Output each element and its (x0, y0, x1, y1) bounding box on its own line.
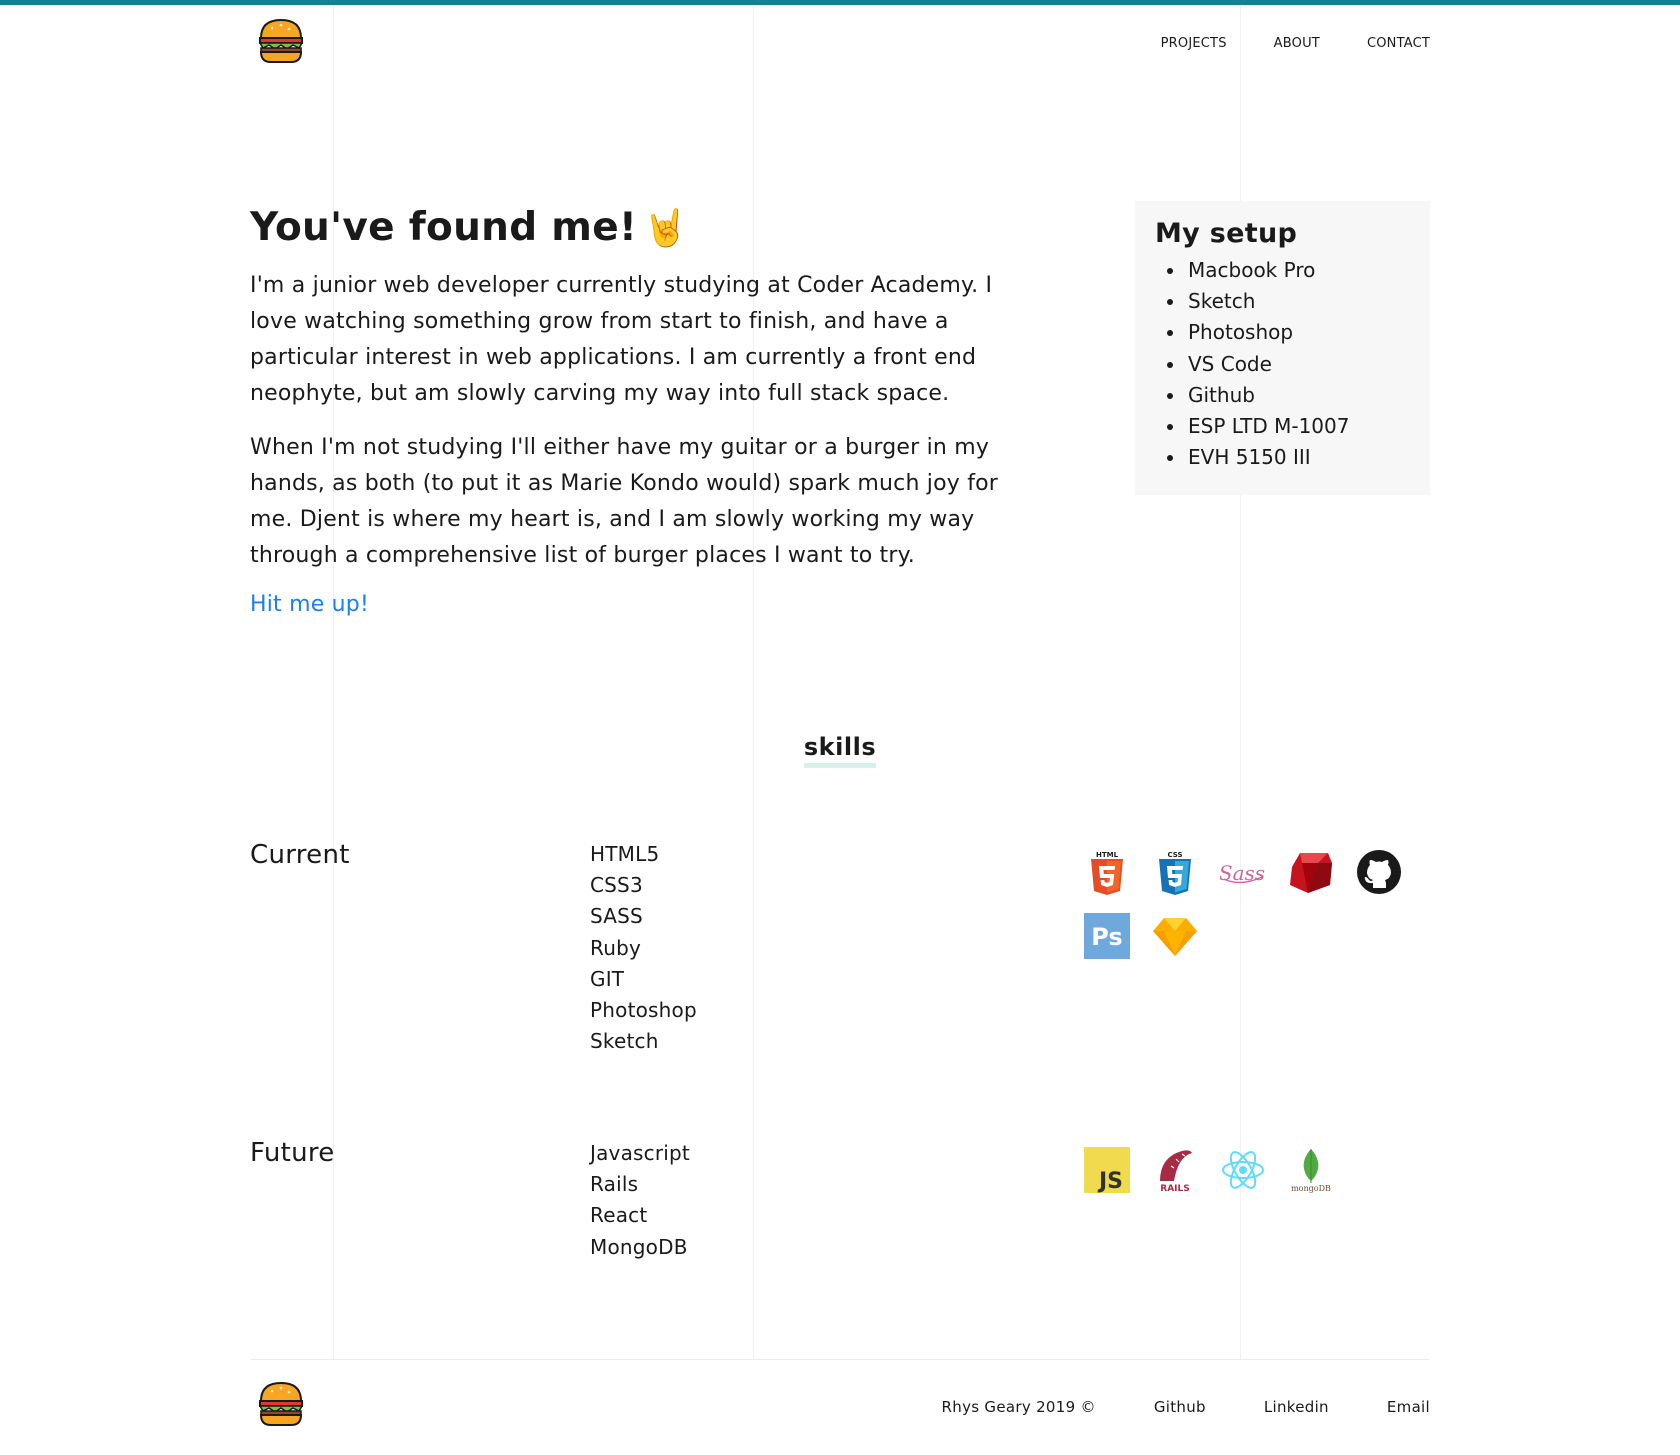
nav-projects[interactable]: PROJECTS (1161, 36, 1227, 51)
svg-text:JS: JS (1097, 1169, 1123, 1193)
skills-heading: skills (0, 733, 1680, 768)
svg-text:CSS: CSS (1167, 851, 1182, 859)
skill-item: HTML5 (590, 842, 660, 866)
future-label: Future (250, 1138, 335, 1168)
page-title: You've found me! 🤘 (250, 195, 1030, 262)
intro-section: You've found me! 🤘 I'm a junior web devel… (250, 195, 1030, 617)
setup-item: Github (1186, 380, 1410, 411)
page-title-text: You've found me! (250, 205, 638, 250)
skill-item: Sketch (590, 1029, 659, 1054)
footer-links: Rhys Geary 2019 © Github Linkedin Email (942, 1398, 1430, 1416)
skill-item: SASS (590, 904, 643, 929)
svg-text:Sass: Sass (1220, 861, 1265, 885)
ruby-icon (1288, 849, 1334, 895)
copyright-text: Rhys Geary 2019 © (941, 1398, 1096, 1416)
skill-item: Javascript (590, 1141, 690, 1165)
intro-paragraph: I'm a junior web developer currently stu… (250, 273, 993, 406)
setup-title: My setup (1155, 218, 1298, 249)
setup-item: VS Code (1186, 349, 1410, 380)
setup-item: ESP LTD M-1007 (1186, 411, 1410, 442)
sketch-icon (1152, 913, 1198, 959)
nav-contact[interactable]: CONTACT (1367, 36, 1430, 51)
sass-icon: Sass (1220, 849, 1266, 895)
current-skill-icons: HTML CSS Sass Ps (1084, 849, 1424, 959)
footer-linkedin-link[interactable]: Linkedin (1264, 1398, 1329, 1416)
css3-icon: CSS (1152, 849, 1198, 895)
photoshop-icon: Ps (1084, 913, 1130, 959)
footer-github-link[interactable]: Github (1154, 1398, 1206, 1416)
skill-item: MongoDB (590, 1234, 688, 1259)
future-skill-icons: JS RAILS mongoDB (1084, 1147, 1424, 1193)
skill-item: Photoshop (590, 998, 697, 1023)
svg-text:HTML: HTML (1096, 851, 1119, 859)
setup-item: Macbook Pro (1186, 255, 1410, 286)
skill-item: Ruby (590, 935, 642, 960)
footer-email-link[interactable]: Email (1387, 1398, 1430, 1416)
github-icon (1356, 849, 1402, 895)
skills-heading-text: skills (803, 733, 877, 768)
rock-hand-icon: 🤘 (643, 208, 689, 249)
intro-paragraph: When I'm not studying I'll either have m… (250, 435, 999, 568)
skill-item: CSS3 (590, 873, 643, 898)
javascript-icon: JS (1084, 1147, 1130, 1193)
setup-card: My setup Macbook Pro Sketch Photoshop VS… (1135, 201, 1430, 495)
current-skill-list: HTML5 CSS3 SASS Ruby GIT Photoshop Sketc… (590, 839, 697, 1057)
skill-item: React (590, 1203, 648, 1228)
html5-icon: HTML (1084, 849, 1130, 895)
setup-item: Sketch (1186, 286, 1410, 317)
current-label: Current (250, 840, 350, 870)
setup-list: Macbook Pro Sketch Photoshop VS Code Git… (1155, 255, 1410, 473)
hit-me-up-link[interactable]: Hit me up! (250, 592, 369, 617)
skill-item: Rails (590, 1172, 639, 1197)
react-icon (1220, 1147, 1266, 1193)
svg-text:RAILS: RAILS (1160, 1184, 1189, 1193)
rails-icon: RAILS (1152, 1147, 1198, 1193)
footer-divider (250, 1359, 1430, 1360)
svg-text:mongoDB: mongoDB (1291, 1184, 1331, 1193)
burger-logo-icon[interactable] (257, 18, 305, 64)
setup-item: Photoshop (1186, 317, 1410, 348)
mongodb-icon: mongoDB (1288, 1147, 1334, 1193)
svg-text:Ps: Ps (1091, 923, 1122, 951)
setup-item: EVH 5150 III (1186, 442, 1410, 473)
top-accent-bar (0, 0, 1680, 5)
main-nav: PROJECTS ABOUT CONTACT (1161, 36, 1430, 51)
future-skill-list: Javascript Rails React MongoDB (590, 1138, 690, 1263)
nav-about[interactable]: ABOUT (1274, 36, 1320, 51)
site-header: PROJECTS ABOUT CONTACT (250, 18, 1430, 68)
footer-burger-logo-icon[interactable] (257, 1381, 305, 1427)
skill-item: GIT (590, 966, 625, 991)
